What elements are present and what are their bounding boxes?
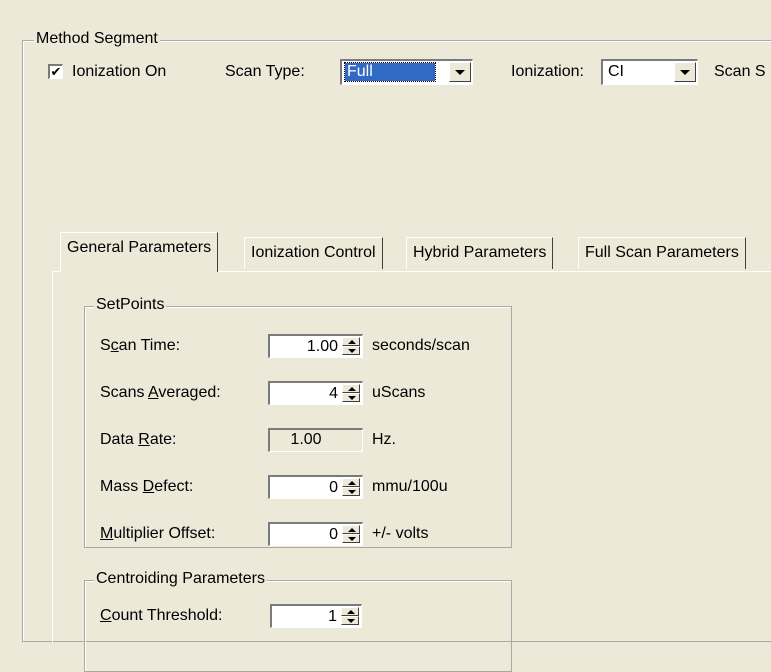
tab-label: Ionization Control <box>251 244 376 261</box>
chevron-down-icon[interactable] <box>449 62 471 82</box>
ionization-select[interactable]: CI <box>601 59 698 85</box>
tab-full-scan-parameters[interactable]: Full Scan Parameters <box>578 237 746 269</box>
scan-type-label: Scan Type: <box>225 63 305 80</box>
ionization-value: CI <box>608 63 624 80</box>
method-segment-title: Method Segment <box>34 30 160 48</box>
ionization-label: Ionization: <box>511 63 584 80</box>
checkmark-icon: ✔ <box>50 64 62 79</box>
scan-type-select[interactable]: Full <box>340 59 473 85</box>
tab-label: Full Scan Parameters <box>585 244 739 261</box>
tab-ionization-control[interactable]: Ionization Control <box>244 237 383 269</box>
chevron-down-icon[interactable] <box>674 62 696 82</box>
scan-s-label: Scan S <box>714 63 766 80</box>
tab-general-parameters[interactable]: General Parameters <box>60 232 219 272</box>
tab-label: Hybrid Parameters <box>413 244 547 261</box>
tab-hybrid-parameters[interactable]: Hybrid Parameters <box>406 237 554 269</box>
ionization-on-label: Ionization On <box>72 63 167 80</box>
ionization-on-checkbox[interactable]: ✔ <box>48 64 63 79</box>
scan-type-value: Full <box>344 62 436 82</box>
tab-label: General Parameters <box>67 239 212 256</box>
tab-panel <box>52 271 771 642</box>
